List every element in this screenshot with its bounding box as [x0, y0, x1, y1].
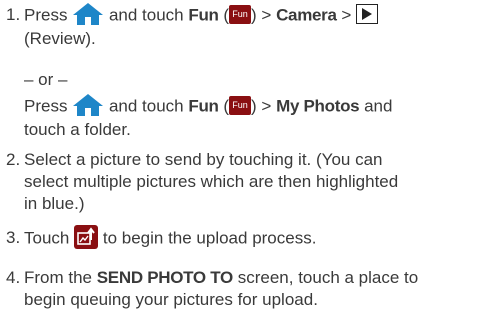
screen-name-label: SEND PHOTO TO: [96, 268, 234, 287]
fun-icon: Fun: [229, 95, 252, 115]
step-text: Press and touch Fun (Fun) > Camera > (Re…: [24, 3, 480, 50]
home-icon: [73, 94, 104, 116]
step-number: 3.: [6, 228, 21, 247]
step-text-segment: Select a picture to send by touching it.…: [24, 150, 383, 169]
step-text: From the SEND PHOTO TO screen, touch a p…: [24, 267, 480, 311]
or-separator: – or –: [24, 70, 68, 89]
step-text-segment: begin queuing your pictures for upload.: [24, 290, 318, 309]
fun-label: Fun: [188, 96, 219, 116]
step-text-segment: in blue.): [24, 194, 85, 213]
step-text-segment: (Review).: [24, 29, 96, 48]
step-text-segment: select multiple pictures which are then …: [24, 172, 399, 191]
step-number: 4.: [6, 268, 21, 287]
camera-label: Camera: [276, 5, 337, 25]
step-text-segment: and touch: [108, 96, 184, 116]
step-text-segment: to begin the upload process.: [102, 228, 317, 248]
step-text: Select a picture to send by touching it.…: [24, 149, 480, 215]
step-text-segment: Press: [24, 5, 68, 25]
step-text-segment: ) >: [251, 96, 272, 116]
step-number: 2.: [6, 150, 21, 169]
step-text-segment: screen, touch a place to: [237, 268, 419, 287]
upload-icon: [74, 225, 99, 249]
step-text-segment: Press: [24, 96, 68, 116]
fun-label: Fun: [188, 5, 219, 25]
step-text-segment: Touch: [24, 228, 70, 248]
step-text-segment: ) >: [251, 5, 272, 25]
step-text-segment: touch a folder.: [24, 120, 131, 139]
home-icon: [73, 3, 104, 25]
my-photos-label: My Photos: [276, 96, 360, 116]
step-text-segment: From the: [24, 268, 93, 287]
step-text: Press and touch Fun (Fun) > My Photos an…: [24, 94, 480, 141]
step-text: Touch to begin the upload process.: [24, 225, 480, 251]
step-text-segment: and touch: [108, 5, 184, 25]
step-text-segment: and: [364, 96, 393, 116]
step-text-segment: >: [341, 5, 352, 25]
step-number: 1.: [6, 5, 21, 24]
fun-icon: Fun: [229, 4, 252, 24]
play-icon: [356, 4, 379, 24]
